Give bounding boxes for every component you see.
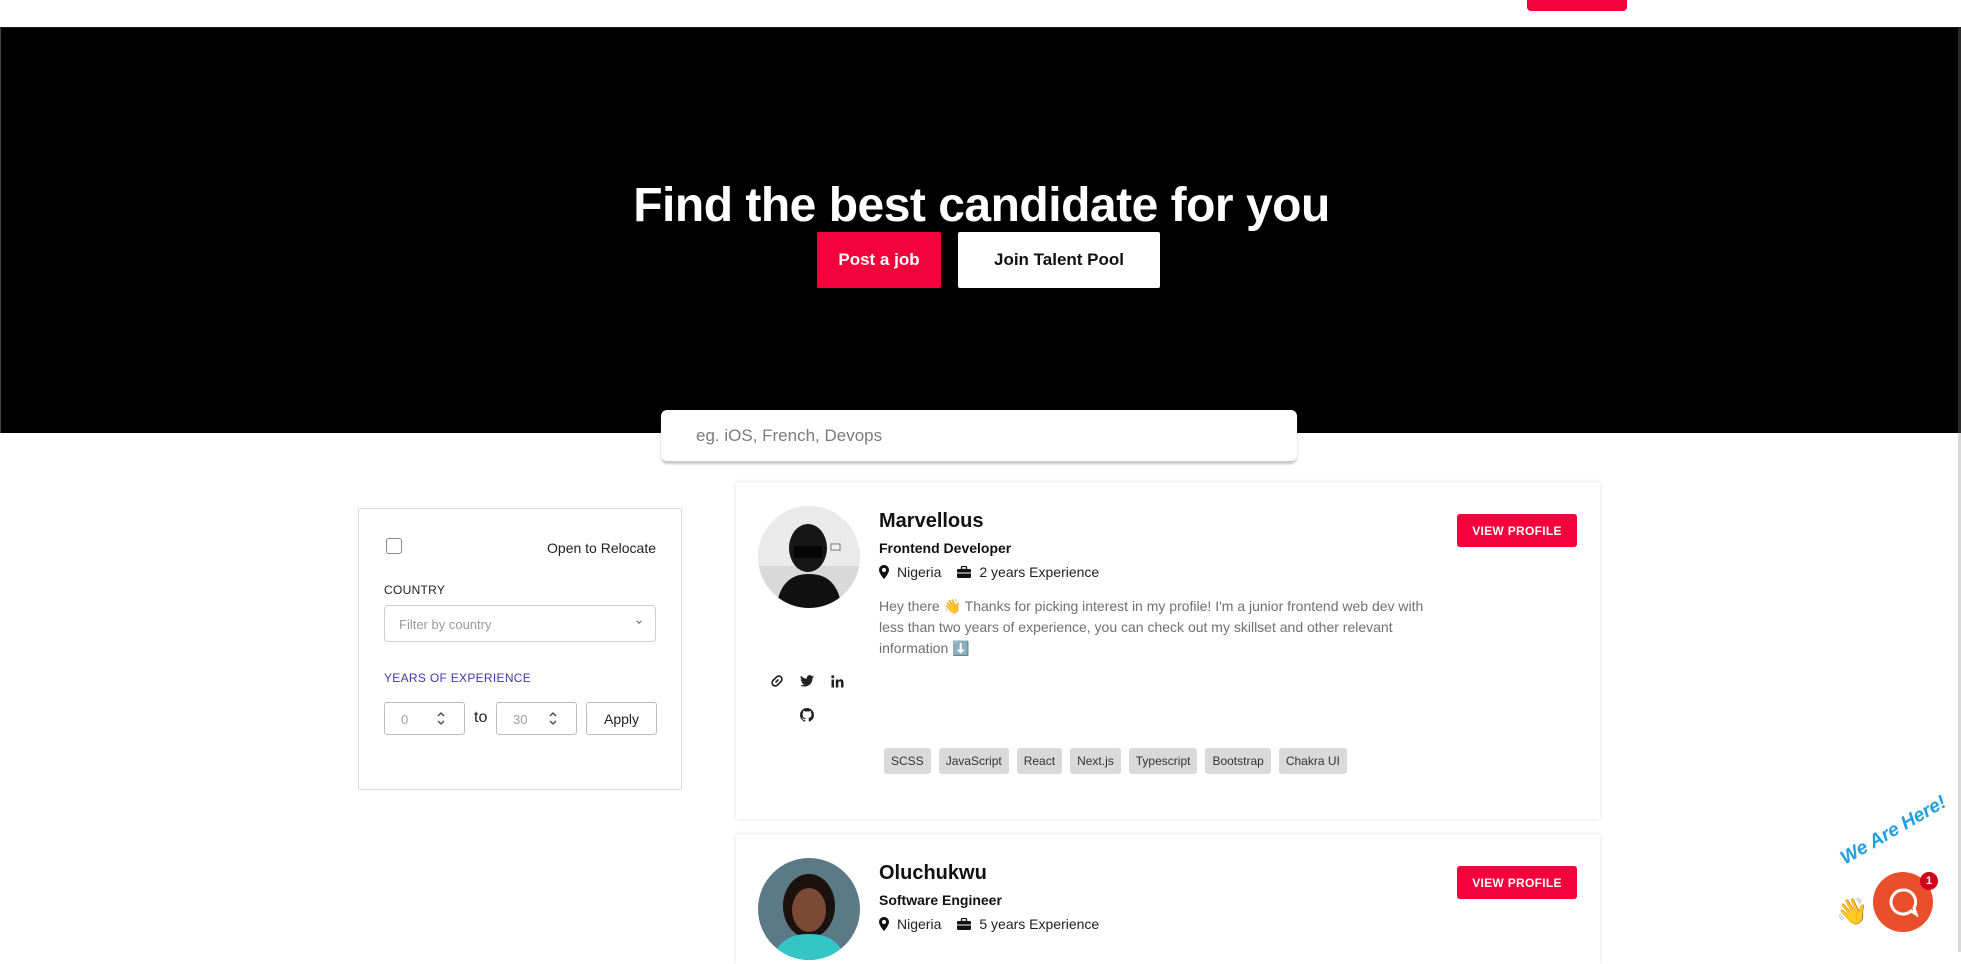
country-select-placeholder: Filter by country: [399, 617, 492, 632]
location-pin-icon: [879, 565, 889, 579]
avatar: [758, 506, 860, 608]
skill-tags: SCSS JavaScript React Next.js Typescript…: [884, 748, 1347, 774]
candidate-name: Marvellous: [879, 510, 984, 532]
candidate-experience: 5 years Experience: [979, 916, 1100, 932]
candidate-role: Frontend Developer: [879, 540, 1012, 556]
skill-tag: Chakra UI: [1278, 748, 1347, 774]
github-icon[interactable]: [798, 706, 816, 724]
briefcase-icon: [957, 566, 972, 578]
years-max-input[interactable]: 30: [496, 702, 577, 735]
avatar: [758, 858, 860, 960]
stepper-icon[interactable]: [548, 711, 558, 726]
skill-tag: JavaScript: [938, 748, 1009, 774]
top-nav-button[interactable]: [1527, 0, 1627, 11]
waving-hand-icon: 👋: [1836, 896, 1869, 926]
candidate-role: Software Engineer: [879, 892, 1002, 908]
notification-badge: 1: [1920, 872, 1938, 890]
country-select[interactable]: Filter by country: [384, 605, 656, 642]
relocate-checkbox[interactable]: [386, 538, 402, 554]
location-pin-icon: [879, 917, 889, 931]
link-icon[interactable]: [768, 672, 786, 690]
candidate-meta: Nigeria 5 years Experience: [879, 916, 1099, 932]
years-to-label: to: [474, 709, 488, 726]
top-nav-bar: [0, 0, 1961, 28]
candidate-country: Nigeria: [897, 916, 942, 932]
years-min-value: 0: [401, 712, 409, 727]
candidate-experience: 2 years Experience: [979, 564, 1100, 580]
filter-panel: Open to Relocate COUNTRY Filter by count…: [358, 508, 682, 790]
stepper-icon[interactable]: [436, 711, 446, 726]
years-max-value: 30: [513, 712, 528, 727]
skill-tag: Next.js: [1070, 748, 1121, 774]
years-experience-label: YEARS OF EXPERIENCE: [384, 671, 532, 685]
briefcase-icon: [957, 918, 972, 930]
hero-title: Find the best candidate for you: [633, 179, 1330, 232]
years-min-input[interactable]: 0: [384, 702, 465, 735]
linkedin-icon[interactable]: [828, 672, 846, 690]
country-label: COUNTRY: [384, 583, 446, 597]
candidate-card: Oluchukwu Software Engineer Nigeria 5 ye…: [736, 834, 1600, 964]
skill-tag: SCSS: [884, 748, 931, 774]
post-job-button[interactable]: Post a job: [817, 232, 941, 288]
candidate-search-box: [661, 410, 1297, 461]
search-input[interactable]: [661, 410, 1297, 461]
relocate-label: Open to Relocate: [547, 540, 656, 556]
chat-tagline: We Are Here!: [1837, 791, 1950, 870]
candidate-card: Marvellous Frontend Developer Nigeria 2 …: [736, 482, 1600, 819]
hero-banner: Find the best candidate for you Post a j…: [0, 28, 1961, 433]
join-talent-pool-button[interactable]: Join Talent Pool: [958, 232, 1160, 288]
chat-widget[interactable]: We Are Here! 👋 1: [1836, 792, 1961, 952]
skill-tag: Bootstrap: [1205, 748, 1271, 774]
view-profile-button[interactable]: VIEW PROFILE: [1457, 514, 1577, 547]
skill-tag: React: [1016, 748, 1063, 774]
candidate-bio: Hey there 👋 Thanks for picking interest …: [879, 598, 1424, 656]
chevron-down-icon: [636, 620, 642, 624]
twitter-icon[interactable]: [798, 672, 816, 690]
view-profile-button[interactable]: VIEW PROFILE: [1457, 866, 1577, 899]
candidate-country: Nigeria: [897, 564, 942, 580]
apply-filter-button[interactable]: Apply: [586, 702, 657, 735]
candidate-meta: Nigeria 2 years Experience: [879, 564, 1099, 580]
candidate-name: Oluchukwu: [879, 862, 987, 884]
skill-tag: Typescript: [1128, 748, 1198, 774]
